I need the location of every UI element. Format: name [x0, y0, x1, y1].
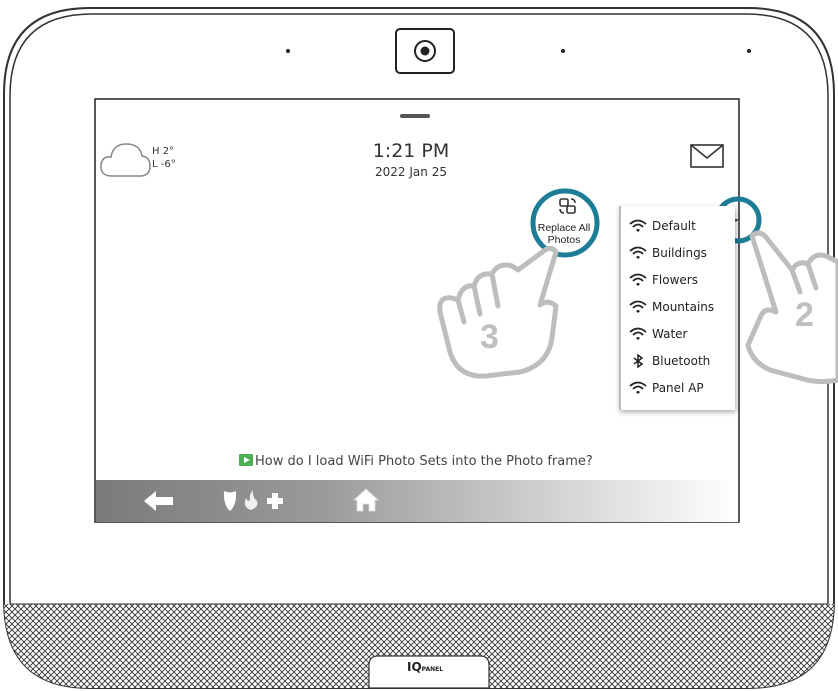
dropdown-item-label: Mountains [652, 300, 715, 314]
dropdown-item-flowers[interactable]: Flowers [629, 270, 698, 290]
dropdown-item-label: Panel AP [652, 381, 704, 395]
wifi-icon [629, 219, 647, 232]
dropdown-item-buildings[interactable]: Buildings [629, 243, 707, 263]
photo-source-dropdown[interactable]: Default Buildings Flowers Mountains Wate… [619, 206, 735, 410]
step-number-2: 2 [795, 296, 814, 334]
dropdown-item-label: Flowers [652, 273, 698, 287]
weather-low: L -6° [152, 159, 176, 170]
logo-panel: PANEL [421, 666, 444, 673]
dropdown-item-label: Bluetooth [652, 354, 711, 368]
clock-time: 1:21 PM [372, 140, 450, 162]
dropdown-item-bluetooth[interactable]: Bluetooth [629, 351, 710, 371]
dropdown-item-mountains[interactable]: Mountains [629, 297, 714, 317]
logo-iq: IQ [407, 660, 422, 674]
camera-icon [395, 28, 455, 74]
wifi-icon [629, 246, 647, 259]
wifi-icon [629, 300, 647, 313]
dropdown-item-label: Default [652, 219, 696, 233]
dropdown-item-panel-ap[interactable]: Panel AP [629, 378, 704, 398]
pull-down-handle[interactable] [400, 114, 430, 118]
wifi-icon [629, 381, 647, 394]
sensor-dot [561, 49, 565, 53]
bluetooth-icon [633, 354, 644, 368]
iq-panel-logo: IQPANEL [407, 660, 443, 674]
help-text: How do I load WiFi Photo Sets into the P… [255, 453, 593, 469]
replace-all-photos-button[interactable]: Replace All Photos [528, 222, 600, 246]
step-number-3: 3 [480, 318, 499, 356]
dropdown-item-water[interactable]: Water [629, 324, 687, 344]
replace-label-line2: Photos [547, 234, 581, 246]
replace-label-line1: Replace All [537, 222, 591, 234]
clock-date: 2022 Jan 25 [375, 165, 447, 179]
dropdown-item-default[interactable]: Default [629, 216, 696, 236]
dropdown-item-label: Buildings [652, 246, 707, 260]
bottom-nav-bar [96, 480, 738, 522]
wifi-icon [629, 273, 647, 286]
dropdown-item-label: Water [652, 327, 688, 341]
wifi-icon [629, 327, 647, 340]
weather-high: H 2° [152, 146, 175, 157]
help-video-link[interactable]: How do I load WiFi Photo Sets into the P… [238, 453, 593, 469]
sensor-dot [747, 49, 751, 53]
sensor-dot [286, 49, 290, 53]
